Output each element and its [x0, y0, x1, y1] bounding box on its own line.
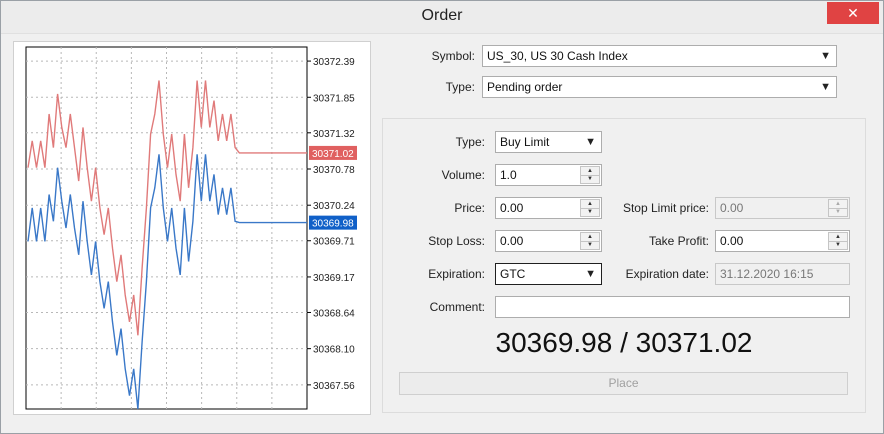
bid-ask-quote: 30369.98 / 30371.02: [382, 327, 866, 359]
expiration-date-value: 31.12.2020 16:15: [720, 267, 814, 281]
ask-price: 30371.02: [635, 327, 753, 358]
y-tick-label: 30372.39: [313, 57, 355, 68]
order-type-select[interactable]: Buy Limit ▼: [495, 131, 602, 153]
volume-input[interactable]: 1.0 ▲ ▼: [495, 164, 602, 186]
comment-label: Comment:: [429, 300, 485, 314]
order-type-label: Type:: [455, 135, 485, 149]
chevron-down-icon: ▼: [585, 268, 596, 280]
stop-limit-stepper: ▲ ▼: [828, 199, 848, 217]
stop-loss-value: 0.00: [500, 234, 524, 248]
type-select-value: Pending order: [487, 80, 563, 94]
stop-limit-value: 0.00: [720, 201, 744, 215]
y-tick-label: 30371.85: [313, 93, 355, 104]
type-select[interactable]: Pending order ▼: [482, 76, 837, 98]
price-label: Price:: [454, 201, 485, 215]
expiration-select-value: GTC: [500, 267, 526, 281]
bid-price-badge: 30369.98: [312, 219, 354, 230]
spin-down-icon: ▼: [835, 209, 841, 215]
order-type-select-value: Buy Limit: [500, 135, 550, 149]
take-profit-value: 0.00: [720, 234, 744, 248]
close-button[interactable]: ✕: [827, 2, 879, 24]
title-bar: Order ✕: [1, 1, 883, 34]
bid-price: 30369.98: [495, 327, 613, 358]
y-tick-label: 30368.10: [313, 345, 355, 356]
expiration-label: Expiration:: [428, 267, 485, 281]
price-chart: 30372.39 30371.85 30371.32 30370.78 30370.24…: [13, 41, 371, 415]
expiration-date-input: 31.12.2020 16:15: [715, 263, 850, 285]
quote-separator: /: [612, 327, 636, 358]
spin-down-icon[interactable]: ▼: [829, 241, 847, 249]
window-title: Order: [421, 7, 463, 24]
take-profit-stepper[interactable]: ▲ ▼: [828, 232, 848, 250]
order-dialog: Order ✕ 30372.39 30371.85 30371.32 30370.78…: [0, 0, 884, 434]
price-chart-svg: 30372.39 30371.85 30371.32 30370.78 30370.24…: [25, 46, 357, 410]
expiration-date-label: Expiration date:: [625, 267, 709, 281]
price-input[interactable]: 0.00 ▲ ▼: [495, 197, 602, 219]
ask-price-badge: 30371.02: [312, 149, 354, 160]
symbol-select[interactable]: US_30, US 30 Cash Index ▼: [482, 45, 837, 67]
spin-down-icon[interactable]: ▼: [581, 241, 599, 249]
symbol-select-value: US_30, US 30 Cash Index: [487, 49, 628, 63]
take-profit-input[interactable]: 0.00 ▲ ▼: [715, 230, 850, 252]
y-tick-label: 30371.32: [313, 129, 355, 140]
volume-label: Volume:: [441, 168, 485, 182]
chevron-down-icon: ▼: [585, 136, 596, 148]
spin-down-icon[interactable]: ▼: [581, 175, 599, 183]
stop-limit-input: 0.00 ▲ ▼: [715, 197, 850, 219]
take-profit-label: Take Profit:: [648, 234, 709, 248]
y-tick-label: 30370.24: [313, 201, 355, 212]
price-value: 0.00: [500, 201, 524, 215]
volume-stepper[interactable]: ▲ ▼: [580, 166, 600, 184]
y-tick-label: 30369.17: [313, 273, 355, 284]
price-stepper[interactable]: ▲ ▼: [580, 199, 600, 217]
spin-down-icon[interactable]: ▼: [581, 208, 599, 216]
chevron-down-icon: ▼: [820, 50, 831, 62]
y-tick-label: 30370.78: [313, 165, 355, 176]
comment-input[interactable]: [495, 296, 850, 318]
volume-value: 1.0: [500, 168, 517, 182]
type-label: Type:: [445, 80, 475, 94]
chevron-down-icon: ▼: [820, 81, 831, 93]
stop-loss-stepper[interactable]: ▲ ▼: [580, 232, 600, 250]
stop-loss-label: Stop Loss:: [428, 234, 485, 248]
symbol-label: Symbol:: [431, 49, 475, 63]
place-button[interactable]: Place: [399, 372, 848, 395]
y-tick-label: 30367.56: [313, 381, 355, 392]
close-icon: ✕: [847, 5, 859, 21]
y-tick-label: 30369.71: [313, 237, 355, 248]
stop-loss-input[interactable]: 0.00 ▲ ▼: [495, 230, 602, 252]
expiration-select[interactable]: GTC ▼: [495, 263, 602, 285]
stop-limit-label: Stop Limit price:: [622, 201, 709, 215]
y-tick-label: 30368.64: [313, 308, 355, 319]
